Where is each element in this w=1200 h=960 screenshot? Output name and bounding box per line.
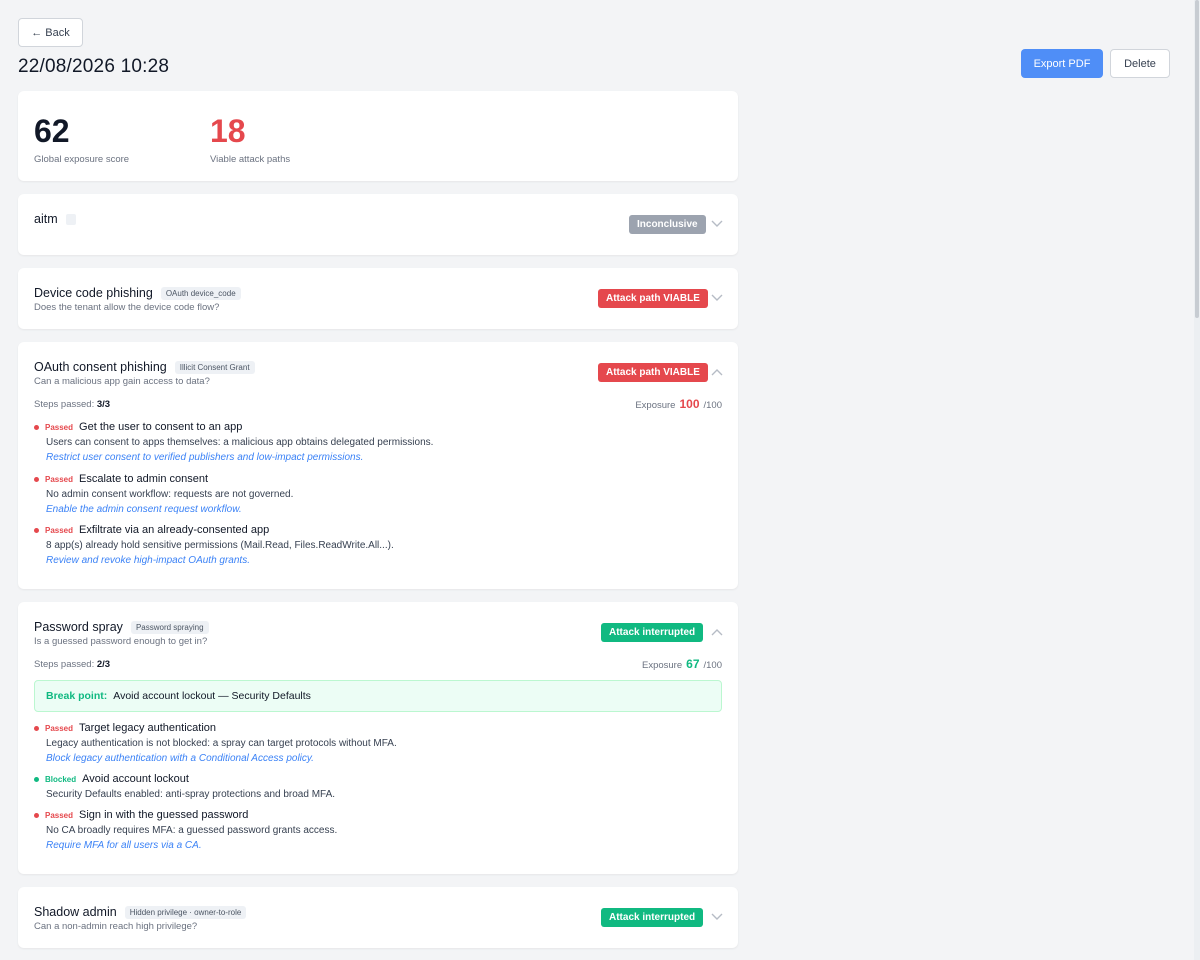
chevron-up-icon[interactable] bbox=[710, 365, 724, 379]
step-status: Passed bbox=[45, 810, 74, 820]
export-pdf-button[interactable]: Export PDF bbox=[1021, 49, 1103, 78]
step-status: Passed bbox=[45, 474, 74, 484]
exposure-score-stat: 62 Global exposure score bbox=[34, 113, 129, 165]
steps-passed-label: Steps passed: bbox=[34, 659, 95, 670]
step-description: No admin consent workflow: requests are … bbox=[46, 489, 294, 500]
page-title: 22/08/2026 10:28 bbox=[18, 56, 170, 77]
status-badge: Attack path VIABLE bbox=[598, 289, 708, 308]
step-status: Blocked bbox=[45, 774, 77, 784]
step-description: Legacy authentication is not blocked: a … bbox=[46, 738, 397, 749]
scenario-title: OAuth consent phishing bbox=[34, 360, 167, 374]
status-badge: Attack interrupted bbox=[601, 908, 704, 927]
scenario-title: Password spray bbox=[34, 620, 123, 634]
scenario-tag: OAuth device_code bbox=[160, 286, 241, 300]
scenario-subtitle: Can a non-admin reach high privilege? bbox=[34, 921, 198, 932]
placeholder-tag bbox=[65, 213, 76, 225]
status-dot bbox=[34, 527, 39, 533]
step-title: Target legacy authentication bbox=[79, 722, 217, 734]
steps-passed: Steps passed: 3/3 bbox=[34, 399, 110, 410]
status-badge: Attack path VIABLE bbox=[598, 363, 708, 382]
chevron-up-icon[interactable] bbox=[710, 625, 724, 639]
status-dot bbox=[34, 812, 39, 818]
steps-passed-value: 3/3 bbox=[96, 399, 111, 410]
scenario-card-oauth-consent[interactable]: OAuth consent phishing Illicit Consent G… bbox=[18, 342, 738, 589]
step-description: Users can consent to apps themselves: a … bbox=[46, 437, 434, 448]
step-item: Passed Escalate to admin consent No admin… bbox=[34, 473, 722, 515]
remediation-link[interactable]: Restrict user consent to verified publis… bbox=[46, 452, 722, 463]
step-title: Avoid account lockout bbox=[82, 773, 189, 785]
scrollbar-thumb[interactable] bbox=[1195, 0, 1199, 318]
step-item: Passed Get the user to consent to an app … bbox=[34, 421, 722, 463]
chevron-down-icon[interactable] bbox=[710, 217, 724, 231]
status-dot bbox=[34, 424, 39, 430]
steps-passed-value: 2/3 bbox=[96, 659, 111, 670]
break-point-text: Avoid account lockout — Security Default… bbox=[113, 690, 311, 702]
step-status: Passed bbox=[45, 422, 74, 432]
attack-paths-stat: 18 Viable attack paths bbox=[210, 113, 290, 165]
step-item: Passed Target legacy authentication Legac… bbox=[34, 722, 722, 764]
scenario-title: aitm bbox=[34, 212, 58, 226]
step-title: Escalate to admin consent bbox=[79, 473, 209, 485]
exposure-label: Exposure bbox=[642, 660, 683, 671]
scenario-subtitle: Is a guessed password enough to get in? bbox=[34, 636, 208, 647]
steps-passed-label: Steps passed: bbox=[34, 399, 95, 410]
scenario-card-aitm[interactable]: aitm Inconclusive bbox=[18, 194, 738, 255]
status-dot bbox=[34, 725, 39, 731]
exposure-readout: Exposure 100 /100 bbox=[635, 397, 722, 411]
delete-button[interactable]: Delete bbox=[1110, 49, 1170, 78]
scenario-card-password-spray[interactable]: Password spray Password spraying Is a gu… bbox=[18, 602, 738, 874]
scenario-subtitle: Can a malicious app gain access to data? bbox=[34, 376, 210, 387]
chevron-down-icon[interactable] bbox=[710, 910, 724, 924]
step-description: No CA broadly requires MFA: a guessed pa… bbox=[46, 825, 338, 836]
scenario-title: Device code phishing bbox=[34, 286, 153, 300]
scenario-title-row: Device code phishing OAuth device_code bbox=[34, 286, 241, 300]
scenario-card-shadow-admin[interactable]: Shadow admin Hidden privilege · owner-to… bbox=[18, 887, 738, 948]
step-title: Sign in with the guessed password bbox=[79, 809, 249, 821]
scenario-title-row: aitm bbox=[34, 212, 76, 226]
break-point-banner: Break point: Avoid account lockout — Sec… bbox=[34, 680, 722, 712]
scrollbar[interactable] bbox=[1194, 0, 1200, 960]
step-item: Passed Exfiltrate via an already-consente… bbox=[34, 524, 722, 566]
break-point-label: Break point: bbox=[46, 690, 108, 702]
attack-paths-label: Viable attack paths bbox=[210, 154, 291, 165]
scenario-title: Shadow admin bbox=[34, 905, 117, 919]
back-button[interactable]: ← Back bbox=[18, 18, 83, 47]
remediation-link[interactable]: Review and revoke high-impact OAuth gran… bbox=[46, 555, 722, 566]
status-dot bbox=[34, 776, 39, 782]
steps-passed: Steps passed: 2/3 bbox=[34, 659, 110, 670]
scenario-tag: Password spraying bbox=[130, 620, 209, 634]
step-description: Security Defaults enabled: anti-spray pr… bbox=[46, 789, 336, 800]
step-status: Passed bbox=[45, 525, 74, 535]
remediation-link[interactable]: Require MFA for all users via a CA. bbox=[46, 840, 722, 851]
step-title: Get the user to consent to an app bbox=[79, 421, 243, 433]
step-item: Passed Sign in with the guessed password … bbox=[34, 809, 722, 851]
exposure-max: /100 bbox=[703, 400, 723, 411]
remediation-link[interactable]: Block legacy authentication with a Condi… bbox=[46, 753, 722, 764]
exposure-score-value: 62 bbox=[34, 113, 70, 149]
remediation-link[interactable]: Enable the admin consent request workflo… bbox=[46, 504, 722, 515]
exposure-value: 100 bbox=[679, 397, 700, 411]
exposure-score-label: Global exposure score bbox=[34, 154, 130, 165]
step-title: Exfiltrate via an already-consented app bbox=[79, 524, 270, 536]
exposure-label: Exposure bbox=[635, 400, 676, 411]
step-item: Blocked Avoid account lockout Security De… bbox=[34, 773, 722, 800]
status-badge: Attack interrupted bbox=[601, 623, 704, 642]
status-badge: Inconclusive bbox=[629, 215, 706, 234]
chevron-down-icon[interactable] bbox=[710, 291, 724, 305]
step-status: Passed bbox=[45, 723, 74, 733]
scenario-title-row: Shadow admin Hidden privilege · owner-to… bbox=[34, 905, 247, 919]
scenario-title-row: Password spray Password spraying bbox=[34, 620, 209, 634]
summary-card: 62 Global exposure score 18 Viable attac… bbox=[18, 91, 738, 181]
attack-paths-value: 18 bbox=[210, 113, 246, 149]
scenario-card-device-code[interactable]: Device code phishing OAuth device_code D… bbox=[18, 268, 738, 329]
scenario-title-row: OAuth consent phishing Illicit Consent G… bbox=[34, 360, 255, 374]
scenario-tag: Illicit Consent Grant bbox=[174, 360, 255, 374]
scenario-tag: Hidden privilege · owner-to-role bbox=[124, 905, 247, 919]
exposure-readout: Exposure 67 /100 bbox=[642, 657, 722, 671]
status-dot bbox=[34, 476, 39, 482]
scenario-subtitle: Does the tenant allow the device code fl… bbox=[34, 302, 220, 313]
exposure-value: 67 bbox=[686, 657, 700, 671]
step-description: 8 app(s) already hold sensitive permissi… bbox=[46, 540, 394, 551]
exposure-max: /100 bbox=[703, 660, 723, 671]
